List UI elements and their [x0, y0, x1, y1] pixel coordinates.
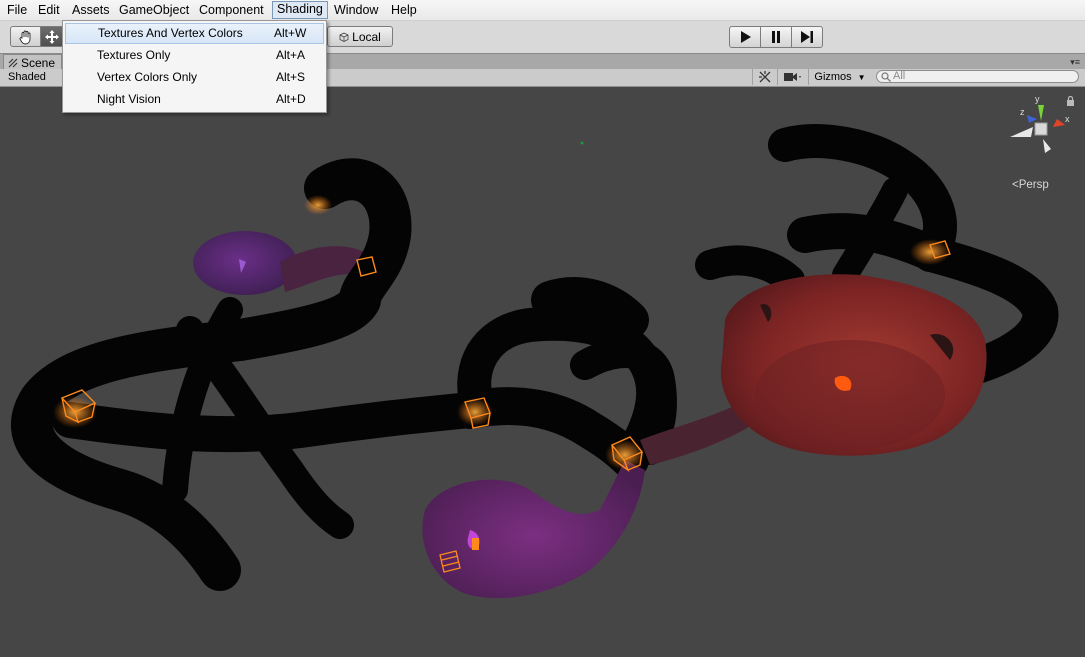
menu-component[interactable]: Component: [195, 2, 268, 18]
step-button[interactable]: [791, 26, 823, 48]
hierarchy-search-field[interactable]: All: [876, 70, 1079, 83]
hand-tool-button[interactable]: [10, 26, 42, 47]
menu-shading[interactable]: Shading: [272, 1, 328, 19]
playback-controls: [729, 26, 823, 48]
effects-toggle[interactable]: [752, 69, 777, 85]
menu-item-label: Vertex Colors Only: [97, 70, 198, 84]
step-icon: [801, 31, 813, 43]
camera-toggle[interactable]: [777, 69, 808, 85]
menu-item-textures-only[interactable]: Textures Only Alt+A: [65, 45, 324, 66]
effects-icon: [759, 71, 771, 83]
menu-edit[interactable]: Edit: [34, 2, 64, 18]
origin-marker: [580, 141, 584, 145]
menu-item-shortcut: Alt+S: [276, 70, 306, 84]
menu-help[interactable]: Help: [387, 2, 421, 18]
search-icon: [881, 71, 891, 82]
menu-item-label: Night Vision: [97, 92, 161, 106]
red-platform: [720, 274, 987, 456]
cube-icon: [339, 32, 349, 42]
menu-item-label: Textures Only: [97, 48, 171, 62]
menu-file[interactable]: File: [3, 2, 31, 18]
search-placeholder: All: [893, 70, 906, 82]
menu-gameobject[interactable]: GameObject: [115, 2, 193, 18]
scene-viewport[interactable]: y z x <Persp: [0, 87, 1085, 657]
menu-item-shortcut: Alt+W: [274, 26, 307, 40]
menu-item-shortcut: Alt+A: [276, 48, 306, 62]
move-icon: [45, 29, 59, 44]
panel-menu-icon[interactable]: ▾≡: [1070, 57, 1080, 68]
gizmos-dropdown[interactable]: Gizmos ▼: [808, 69, 871, 85]
scene-icon: [8, 58, 18, 67]
pause-button[interactable]: [760, 26, 792, 48]
menu-bar: File Edit Assets GameObject Component Sh…: [0, 0, 1085, 21]
local-label: Local: [352, 29, 381, 44]
scene-geometry: [11, 124, 1059, 599]
purple-platform-lower: [422, 460, 645, 599]
orientation-gizmo[interactable]: y z x: [1005, 93, 1075, 168]
gizmo-z-label: z: [1020, 107, 1025, 117]
menu-item-shortcut: Alt+D: [276, 92, 306, 106]
menu-window[interactable]: Window: [330, 2, 382, 18]
projection-label: Persp: [1018, 179, 1049, 191]
menu-item-textures-and-vertex-colors[interactable]: Textures And Vertex Colors Alt+W: [65, 23, 324, 44]
menu-item-vertex-colors-only[interactable]: Vertex Colors Only Alt+S: [65, 67, 324, 88]
chevron-left-icon: <: [1012, 179, 1019, 191]
menu-item-label: Textures And Vertex Colors: [98, 26, 243, 40]
menu-item-night-vision[interactable]: Night Vision Alt+D: [65, 89, 324, 110]
pause-icon: [772, 31, 780, 43]
scene-tab-label: Scene: [21, 55, 56, 70]
projection-toggle[interactable]: <Persp: [1012, 179, 1049, 191]
play-icon: [741, 31, 751, 43]
move-tool-button[interactable]: [40, 26, 64, 47]
shading-dropdown-menu: Textures And Vertex Colors Alt+W Texture…: [62, 20, 327, 113]
gizmo-x-label: x: [1065, 114, 1070, 124]
play-button[interactable]: [729, 26, 761, 48]
gizmo-y-label: y: [1035, 94, 1040, 104]
hand-icon: [19, 30, 31, 44]
camera-icon: [784, 73, 801, 81]
lock-icon[interactable]: [1066, 96, 1075, 106]
chevron-down-icon: ▼: [857, 72, 866, 82]
tab-scene[interactable]: Scene: [3, 54, 63, 70]
menu-assets[interactable]: Assets: [68, 2, 114, 18]
pivot-local-button[interactable]: Local: [327, 26, 393, 47]
gizmos-label: Gizmos: [814, 71, 852, 83]
render-mode-dropdown[interactable]: Shaded: [8, 70, 46, 85]
